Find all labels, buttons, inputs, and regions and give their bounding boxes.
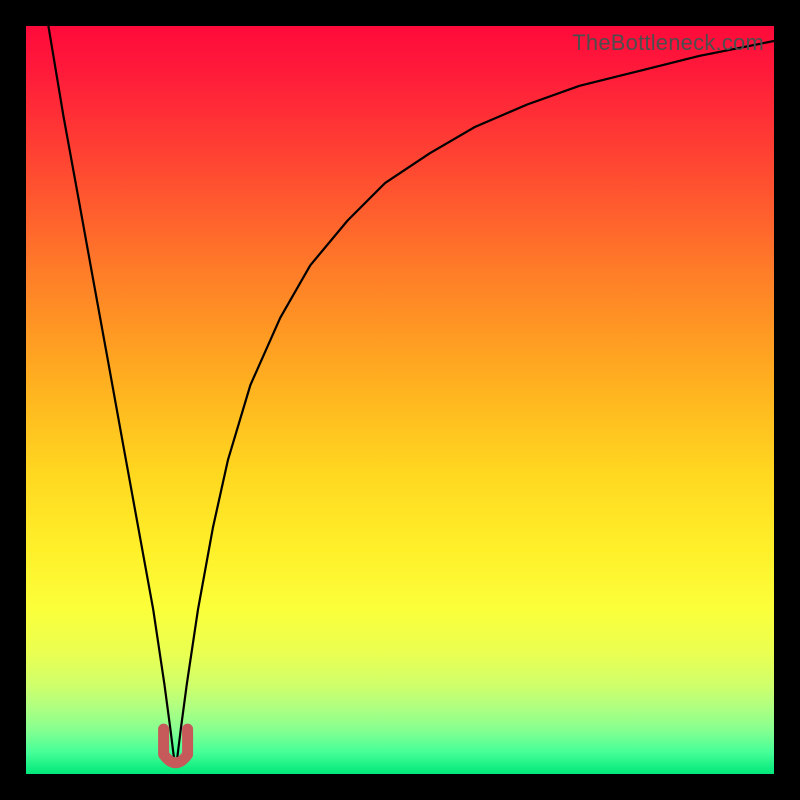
trough-marker (164, 729, 188, 763)
outer-frame: TheBottleneck.com (0, 0, 800, 800)
plot-area: TheBottleneck.com (26, 26, 774, 774)
watermark-text: TheBottleneck.com (572, 30, 764, 56)
bottleneck-curve (48, 26, 774, 759)
chart-svg (26, 26, 774, 774)
